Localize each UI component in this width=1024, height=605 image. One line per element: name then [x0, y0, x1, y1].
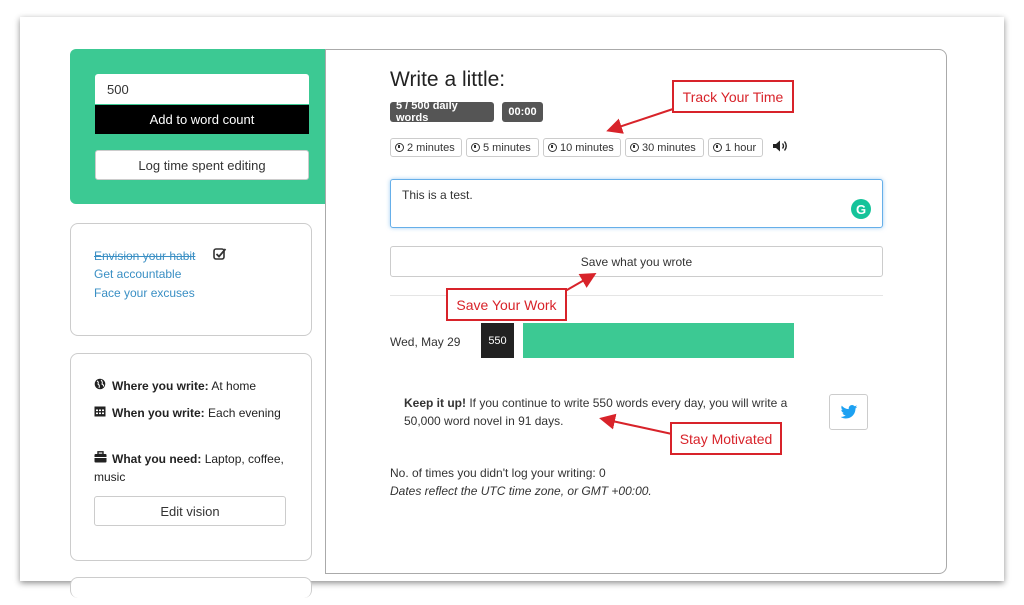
timer-5-minutes-button[interactable]: 5 minutes	[466, 138, 539, 157]
entry-date: Wed, May 29	[390, 335, 461, 349]
where-you-write: Where you write: At home	[94, 377, 284, 395]
what-you-need: What you need: Laptop, coffee, music	[94, 450, 284, 484]
edit-vision-button[interactable]: Edit vision	[94, 496, 286, 526]
check-square-icon	[213, 247, 227, 264]
timer-badge: 00:00	[502, 102, 543, 122]
page-title: Write a little:	[390, 68, 506, 91]
speaker-icon[interactable]	[772, 139, 790, 156]
timer-2-minutes-button[interactable]: 2 minutes	[390, 138, 462, 157]
word-count-input[interactable]	[95, 74, 309, 104]
briefcase-icon	[94, 450, 108, 468]
track-time-callout: Track Your Time	[672, 80, 794, 113]
envision-habit-link[interactable]: Envision your habit	[94, 249, 195, 263]
save-writing-button[interactable]: Save what you wrote	[390, 246, 883, 277]
twitter-icon	[840, 404, 857, 418]
globe-icon	[94, 377, 108, 395]
timer-30-minutes-button[interactable]: 30 minutes	[625, 138, 704, 157]
clock-icon	[713, 143, 722, 152]
writing-textarea[interactable]: This is a test.	[390, 179, 883, 228]
writing-stats: No. of times you didn't log your writing…	[390, 464, 652, 500]
when-you-write: When you write: Each evening	[94, 404, 284, 422]
entry-word-count: 550	[481, 323, 514, 358]
next-card	[70, 577, 312, 598]
log-time-button[interactable]: Log time spent editing	[95, 150, 309, 180]
grammarly-icon[interactable]: G	[851, 199, 871, 219]
clock-icon	[471, 143, 480, 152]
tweet-button[interactable]	[829, 394, 868, 430]
missed-count: No. of times you didn't log your writing…	[390, 466, 606, 480]
vision-card: Where you write: At home When you write:…	[70, 353, 312, 561]
habit-steps-card: Envision your habit Get accountable Face…	[70, 223, 312, 336]
get-accountable-link[interactable]: Get accountable	[94, 267, 181, 281]
add-to-word-count-button[interactable]: Add to word count	[95, 105, 309, 134]
daily-words-badge: 5 / 500 daily words	[390, 100, 494, 124]
clock-icon	[630, 143, 639, 152]
clock-icon	[395, 143, 404, 152]
entry-progress-bar	[523, 323, 794, 358]
timer-1-hour-button[interactable]: 1 hour	[708, 138, 763, 157]
stay-motivated-callout: Stay Motivated	[670, 422, 782, 455]
face-excuses-link[interactable]: Face your excuses	[94, 286, 195, 300]
timezone-note: Dates reflect the UTC time zone, or GMT …	[390, 484, 652, 498]
calendar-icon	[94, 404, 108, 422]
timer-10-minutes-button[interactable]: 10 minutes	[543, 138, 621, 157]
save-work-callout: Save Your Work	[446, 288, 567, 321]
clock-icon	[548, 143, 557, 152]
